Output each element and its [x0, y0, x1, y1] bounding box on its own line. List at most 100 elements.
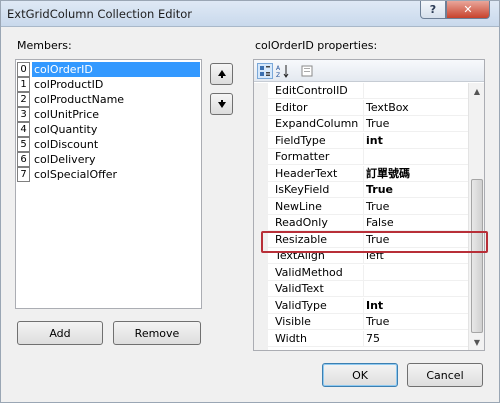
- item-name: colProductID: [34, 78, 104, 91]
- property-name: Editor: [268, 99, 364, 116]
- property-value[interactable]: 訂單號碼: [366, 166, 466, 182]
- property-value[interactable]: True: [366, 314, 466, 330]
- scrollbar-thumb[interactable]: [471, 179, 483, 333]
- property-row[interactable]: NewLine True: [268, 198, 468, 215]
- move-up-button[interactable]: [210, 63, 233, 85]
- property-name: ReadOnly: [268, 215, 364, 231]
- property-value[interactable]: TextBox: [366, 100, 466, 116]
- list-item[interactable]: 6 colDelivery: [17, 152, 201, 167]
- close-button[interactable]: ✕: [446, 1, 490, 19]
- help-icon: ?: [429, 3, 437, 16]
- alphabetical-icon: AZ: [276, 65, 289, 78]
- list-item[interactable]: 3 colUnitPrice: [17, 107, 201, 122]
- property-value[interactable]: [366, 149, 466, 165]
- categorized-icon: [260, 66, 270, 76]
- property-value[interactable]: False: [366, 215, 466, 231]
- property-row[interactable]: ValidMethod: [268, 264, 468, 281]
- property-value[interactable]: True: [366, 199, 466, 215]
- vertical-scrollbar[interactable]: ▲ ▼: [468, 83, 484, 350]
- title-bar: ExtGridColumn Collection Editor ? ✕: [1, 1, 499, 27]
- alphabetical-button[interactable]: AZ: [275, 63, 291, 79]
- property-value[interactable]: [366, 281, 466, 297]
- cancel-button-label: Cancel: [426, 368, 464, 382]
- item-index: 1: [17, 77, 30, 92]
- list-item[interactable]: 7 colSpecialOffer: [17, 167, 201, 182]
- item-name: colSpecialOffer: [34, 168, 117, 181]
- help-button[interactable]: ?: [420, 1, 446, 19]
- property-name: ExpandColumn: [268, 116, 364, 132]
- svg-text:Z: Z: [276, 72, 280, 78]
- property-name: Width: [268, 330, 364, 347]
- ok-button[interactable]: OK: [322, 363, 398, 387]
- item-name: colProductName: [34, 93, 125, 106]
- property-row[interactable]: ValidText: [268, 281, 468, 297]
- collection-editor-dialog: ExtGridColumn Collection Editor ? ✕ Memb…: [0, 0, 500, 403]
- close-icon: ✕: [463, 3, 473, 16]
- property-name: ValidText: [268, 281, 364, 297]
- property-name: HeaderText: [268, 165, 364, 182]
- property-name: EditControlID: [268, 83, 364, 99]
- item-index: 6: [17, 152, 30, 167]
- property-value[interactable]: [366, 83, 466, 99]
- arrow-up-icon: [217, 70, 226, 78]
- property-row[interactable]: HeaderText 訂單號碼: [268, 165, 468, 182]
- property-name: ValidMethod: [268, 264, 364, 281]
- members-list[interactable]: 0 colOrderID 1 colProductID 2 colProductNam…: [15, 59, 202, 309]
- item-index: 5: [17, 137, 30, 152]
- property-value[interactable]: int: [366, 133, 466, 149]
- properties-label: colOrderID properties:: [255, 39, 378, 52]
- property-row[interactable]: ReadOnly False: [268, 215, 468, 231]
- list-item[interactable]: 4 colQuantity: [17, 122, 201, 137]
- property-value[interactable]: True: [366, 182, 466, 198]
- property-name: IsKeyField: [268, 182, 364, 198]
- property-row[interactable]: IsKeyField True: [268, 182, 468, 198]
- item-name: colDelivery: [34, 153, 96, 166]
- list-item[interactable]: 5 colDiscount: [17, 137, 201, 152]
- property-row[interactable]: EditControlID: [268, 83, 468, 99]
- property-value[interactable]: 75: [366, 331, 466, 347]
- property-value[interactable]: True: [366, 116, 466, 132]
- add-button[interactable]: Add: [17, 321, 103, 345]
- property-name: Visible: [268, 314, 364, 330]
- property-name: Formatter: [268, 149, 364, 165]
- property-pages-icon: [301, 65, 313, 77]
- property-value[interactable]: [366, 265, 466, 281]
- item-index: 0: [17, 62, 30, 77]
- item-name: colUnitPrice: [34, 108, 100, 121]
- window-title: ExtGridColumn Collection Editor: [7, 7, 192, 21]
- item-index: 4: [17, 122, 30, 137]
- property-row[interactable]: FieldType int: [268, 132, 468, 149]
- list-item[interactable]: 0 colOrderID: [17, 62, 201, 77]
- property-name: FieldType: [268, 132, 364, 149]
- property-pages-button[interactable]: [299, 63, 315, 79]
- item-name: colQuantity: [34, 123, 98, 136]
- scroll-up-icon[interactable]: ▲: [469, 83, 485, 99]
- property-value[interactable]: Int: [366, 298, 466, 314]
- property-row[interactable]: Visible True: [268, 314, 468, 330]
- move-down-button[interactable]: [210, 93, 233, 115]
- scroll-down-icon[interactable]: ▼: [469, 334, 485, 350]
- item-index: 2: [17, 92, 30, 107]
- svg-text:A: A: [276, 65, 281, 72]
- remove-button[interactable]: Remove: [113, 321, 201, 345]
- property-row[interactable]: Width 75: [268, 330, 468, 347]
- property-row[interactable]: Editor TextBox: [268, 99, 468, 116]
- list-item[interactable]: 2 colProductName: [17, 92, 201, 107]
- property-grid[interactable]: AZ EditControlID Editor TextBox ExpandCol…: [253, 59, 485, 351]
- property-name: ValidType: [268, 297, 364, 314]
- item-name: colDiscount: [34, 138, 99, 151]
- arrow-down-icon: [217, 100, 226, 108]
- property-row[interactable]: ValidType Int: [268, 297, 468, 314]
- categorized-button[interactable]: [257, 63, 273, 79]
- remove-button-label: Remove: [134, 326, 180, 340]
- property-name: NewLine: [268, 198, 364, 215]
- property-row[interactable]: Formatter: [268, 149, 468, 165]
- property-row[interactable]: ExpandColumn True: [268, 116, 468, 132]
- members-label: Members:: [17, 39, 72, 52]
- ok-button-label: OK: [352, 368, 368, 382]
- property-list: EditControlID Editor TextBox ExpandColumn…: [254, 83, 468, 350]
- item-index: 3: [17, 107, 30, 122]
- resizable-highlight-box: [261, 231, 488, 253]
- cancel-button[interactable]: Cancel: [407, 363, 483, 387]
- list-item[interactable]: 1 colProductID: [17, 77, 201, 92]
